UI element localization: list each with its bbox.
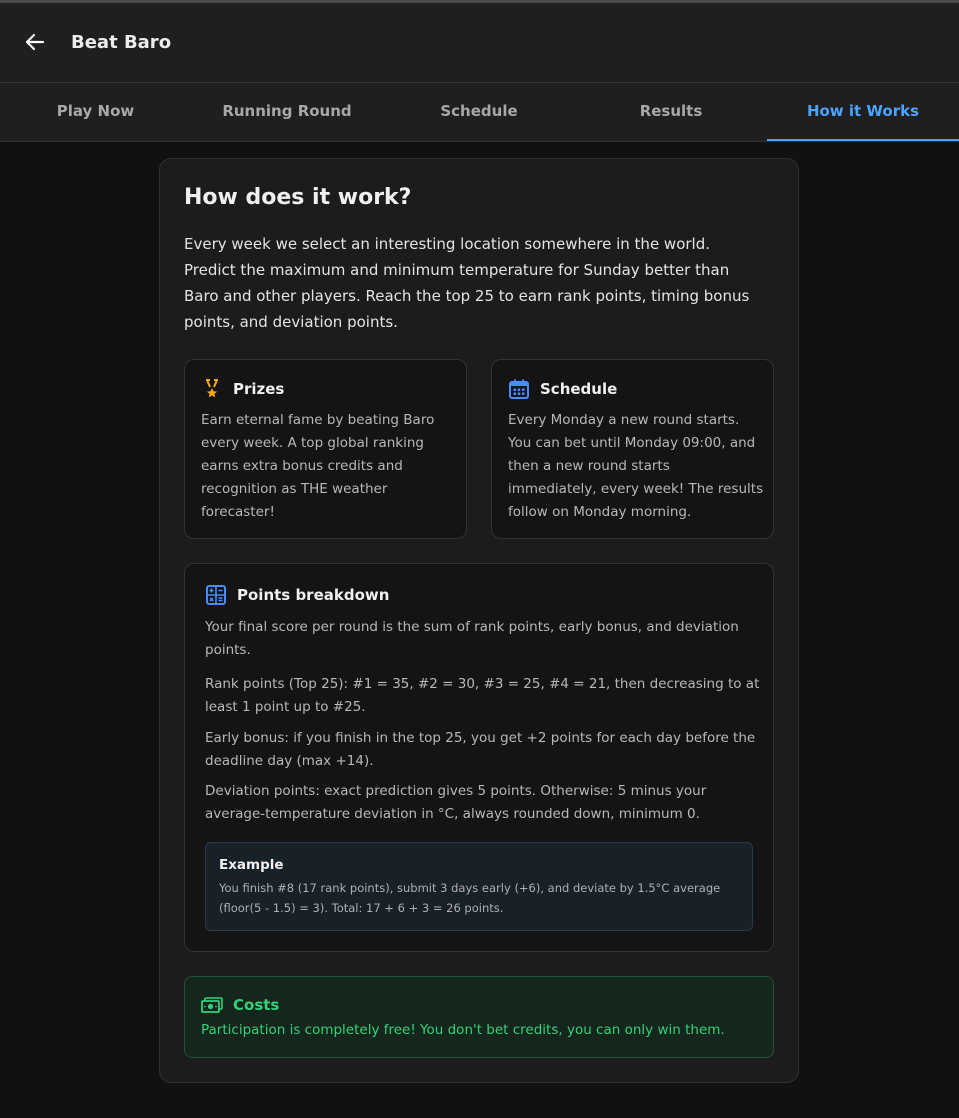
tab-running-round[interactable]: Running Round — [191, 83, 383, 141]
prizes-line: forecaster! — [201, 504, 275, 520]
costs-title: Costs — [233, 996, 280, 1014]
calculator-icon — [205, 584, 227, 606]
points-line: average-temperature deviation in °C, alw… — [205, 806, 700, 822]
example-line: (floor(5 - 1.5) = 3). Total: 17 + 6 + 3 … — [219, 900, 504, 915]
points-paragraph: Deviation points: exact prediction gives… — [205, 780, 765, 826]
schedule-card: Schedule Every Monday a new round starts… — [491, 359, 774, 539]
points-line: deadline day (max +14). — [205, 753, 374, 769]
prizes-card: Prizes Earn eternal fame by beating Baro… — [184, 359, 467, 539]
section-title: How does it work? — [184, 185, 412, 210]
tab-play-now[interactable]: Play Now — [0, 83, 191, 141]
points-line: Rank points (Top 25): #1 = 35, #2 = 30, … — [205, 676, 760, 692]
intro-text: Every week we select an interesting loca… — [184, 231, 774, 335]
tab-how-it-works[interactable]: How it Works — [767, 83, 959, 141]
intro-line: Every week we select an interesting loca… — [184, 235, 711, 253]
example-box: Example You finish #8 (17 rank points), … — [205, 842, 753, 931]
calendar-icon — [508, 378, 530, 400]
example-title: Example — [219, 857, 284, 873]
schedule-text: Every Monday a new round starts. You can… — [508, 409, 763, 524]
points-title: Points breakdown — [237, 586, 390, 604]
medal-icon — [201, 378, 223, 400]
app-title: Beat Baro — [71, 32, 172, 53]
intro-line: Predict the maximum and minimum temperat… — [184, 261, 730, 279]
points-line: Deviation points: exact prediction gives… — [205, 783, 707, 799]
schedule-line: You can bet until Monday 09:00, and — [508, 435, 756, 451]
points-line: Your final score per round is the sum of… — [205, 619, 739, 635]
prizes-line: every week. A top global ranking — [201, 435, 424, 451]
tab-results[interactable]: Results — [575, 83, 767, 141]
schedule-line: Every Monday a new round starts. — [508, 412, 740, 428]
points-paragraph: Rank points (Top 25): #1 = 35, #2 = 30, … — [205, 673, 765, 719]
how-it-works-card: How does it work? Every week we select a… — [159, 158, 799, 1083]
points-line: points. — [205, 642, 251, 658]
schedule-line: follow on Monday morning. — [508, 504, 692, 520]
points-paragraph: Your final score per round is the sum of… — [205, 616, 765, 662]
schedule-title: Schedule — [540, 380, 618, 398]
prizes-text: Earn eternal fame by beating Baro every … — [201, 409, 434, 524]
prizes-line: recognition as THE weather — [201, 481, 388, 497]
app-header: Beat Baro — [0, 3, 959, 83]
schedule-line: then a new round starts — [508, 458, 670, 474]
prizes-title: Prizes — [233, 380, 285, 398]
points-paragraph: Early bonus: if you finish in the top 25… — [205, 727, 765, 773]
example-text: You finish #8 (17 rank points), submit 3… — [219, 879, 744, 918]
prizes-line: Earn eternal fame by beating Baro — [201, 412, 435, 428]
costs-text: Participation is completely free! You do… — [201, 1022, 725, 1038]
money-icon — [201, 994, 223, 1016]
prizes-line: earns extra bonus credits and — [201, 458, 403, 474]
points-line: least 1 point up to #25. — [205, 699, 366, 715]
intro-line: points, and deviation points. — [184, 313, 398, 331]
costs-card: Costs Participation is completely free! … — [184, 976, 774, 1058]
arrow-left-icon[interactable] — [22, 29, 48, 55]
points-line: Early bonus: if you finish in the top 25… — [205, 730, 756, 746]
tab-bar: Play Now Running Round Schedule Results … — [0, 83, 959, 142]
tab-schedule[interactable]: Schedule — [383, 83, 575, 141]
example-line: You finish #8 (17 rank points), submit 3… — [219, 881, 721, 895]
schedule-line: immediately, every week! The results — [508, 481, 764, 497]
intro-line: Baro and other players. Reach the top 25… — [184, 287, 750, 305]
points-breakdown-card: Points breakdown Your final score per ro… — [184, 563, 774, 952]
